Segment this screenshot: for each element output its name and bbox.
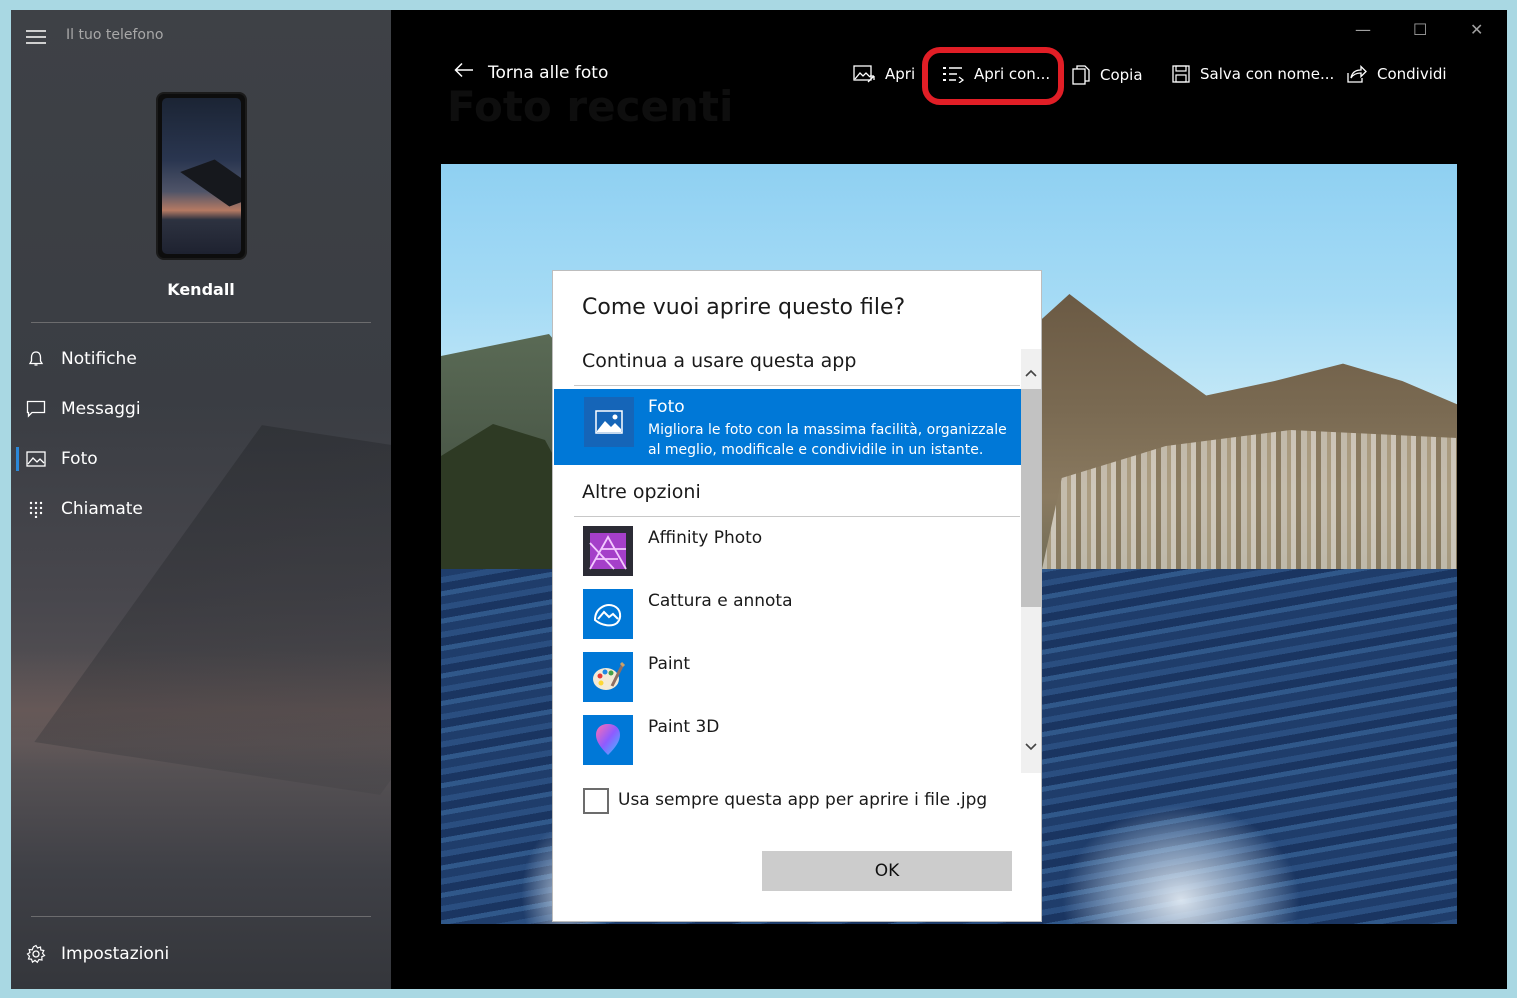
app-name: Paint xyxy=(648,654,691,674)
affinity-photo-icon xyxy=(583,526,633,576)
copy-label: Copia xyxy=(1100,66,1143,84)
app-title: Il tuo telefono xyxy=(66,27,164,43)
save-as-button[interactable]: Salva con nome... xyxy=(1172,65,1334,83)
page-title: Foto recenti xyxy=(447,82,734,131)
ok-button[interactable]: OK xyxy=(762,851,1012,891)
photo-icon xyxy=(11,451,61,467)
photos-app-icon xyxy=(584,397,634,447)
paint-icon xyxy=(583,652,633,702)
always-use-label: Usa sempre questa app per aprire i file … xyxy=(618,790,988,810)
app-option-paint-3d[interactable]: Paint 3D xyxy=(583,715,1003,765)
phone-preview xyxy=(156,92,247,260)
app-name: Foto xyxy=(648,397,685,417)
sidebar-divider xyxy=(31,322,371,323)
app-list-scrollbar[interactable] xyxy=(1021,349,1041,773)
arrow-left-icon xyxy=(454,62,474,83)
share-button[interactable]: Condividi xyxy=(1347,65,1447,83)
open-image-icon xyxy=(853,65,875,83)
open-button[interactable]: Apri xyxy=(853,65,915,83)
sidebar-item-messaggi[interactable]: Messaggi xyxy=(11,389,391,429)
save-as-label: Salva con nome... xyxy=(1200,65,1335,83)
close-button[interactable]: ✕ xyxy=(1470,20,1483,39)
phone-wallpaper xyxy=(162,98,241,254)
app-name: Cattura e annota xyxy=(648,591,793,611)
app-name: Paint 3D xyxy=(648,717,720,737)
sidebar-item-notifiche[interactable]: Notifiche xyxy=(11,339,391,379)
sidebar-item-label: Impostazioni xyxy=(61,944,170,964)
save-icon xyxy=(1172,65,1190,83)
dialpad-icon xyxy=(11,500,61,518)
back-button[interactable]: Torna alle foto xyxy=(454,62,608,83)
sidebar-item-label: Chiamate xyxy=(61,499,143,519)
highlight-annotation xyxy=(922,47,1064,105)
section-other-options: Altre opzioni xyxy=(582,481,701,503)
chevron-down-icon[interactable] xyxy=(1021,737,1041,757)
app-option-cattura-e-annota[interactable]: Cattura e annota xyxy=(583,589,1003,639)
gear-icon xyxy=(11,944,61,964)
app-name: Affinity Photo xyxy=(648,528,763,548)
snip-sketch-icon xyxy=(583,589,633,639)
chat-icon xyxy=(11,400,61,418)
copy-button[interactable]: Copia xyxy=(1072,65,1143,85)
sidebar-item-label: Messaggi xyxy=(61,399,141,419)
bell-icon xyxy=(11,350,61,368)
sidebar-item-label: Foto xyxy=(61,449,98,469)
open-with-dialog: Come vuoi aprire questo file? Continua a… xyxy=(552,270,1042,922)
minimize-button[interactable]: — xyxy=(1355,20,1371,39)
share-icon xyxy=(1347,65,1367,83)
app-option-foto[interactable]: Foto Migliora le foto con la massima fac… xyxy=(554,389,1021,465)
sidebar-item-chiamate[interactable]: Chiamate xyxy=(11,489,391,529)
sidebar-divider xyxy=(31,916,371,917)
dialog-title: Come vuoi aprire questo file? xyxy=(582,295,906,320)
sidebar: Il tuo telefono Kendall Notifiche Messag… xyxy=(11,10,391,989)
app-description: Migliora le foto con la massima facilità… xyxy=(648,422,1007,458)
open-label: Apri xyxy=(885,65,916,83)
sidebar-background-wing xyxy=(34,425,391,795)
copy-icon xyxy=(1072,65,1090,85)
chevron-up-icon[interactable] xyxy=(1021,363,1041,383)
device-name: Kendall xyxy=(167,280,235,299)
share-label: Condividi xyxy=(1377,65,1447,83)
app-window: Il tuo telefono Kendall Notifiche Messag… xyxy=(11,10,1507,989)
section-keep-using: Continua a usare questa app xyxy=(582,350,857,372)
sidebar-item-impostazioni[interactable]: Impostazioni xyxy=(11,934,391,974)
hamburger-menu-icon[interactable] xyxy=(26,30,46,44)
app-option-paint[interactable]: Paint xyxy=(583,652,1003,702)
paint3d-icon xyxy=(583,715,633,765)
sidebar-item-foto[interactable]: Foto xyxy=(11,439,391,479)
back-label: Torna alle foto xyxy=(488,62,609,83)
section-divider xyxy=(574,385,1020,386)
always-use-checkbox[interactable] xyxy=(583,788,609,814)
scrollbar-thumb[interactable] xyxy=(1021,389,1041,607)
app-option-affinity-photo[interactable]: Affinity Photo xyxy=(583,526,1003,576)
section-divider xyxy=(574,516,1020,517)
maximize-button[interactable]: ☐ xyxy=(1413,20,1427,39)
sidebar-item-label: Notifiche xyxy=(61,349,137,369)
